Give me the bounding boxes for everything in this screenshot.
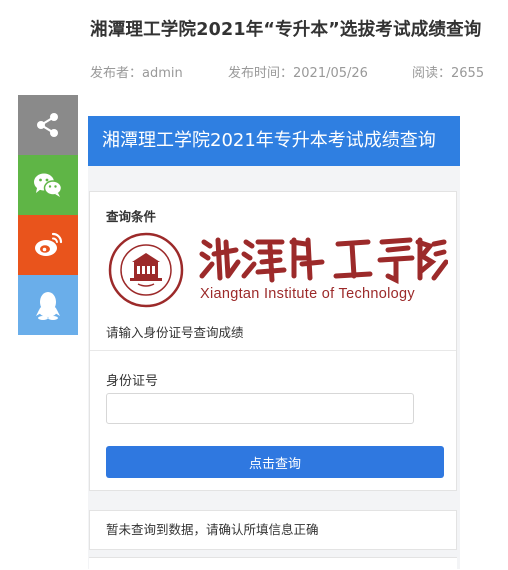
query-conditions-label: 查询条件 [106,209,157,224]
qq-share-button[interactable] [18,275,78,335]
share-icon [37,113,58,137]
weibo-share-button[interactable] [18,215,78,275]
query-result-message: 暂未查询到数据，请确认所填信息正确 [89,510,457,550]
query-panel: 湘潭理工学院2021年专升本考试成绩查询 查询条件 Xiangtan Insti… [88,116,460,570]
query-form-card: 查询条件 Xiangtan Institute of Technology 请输… [89,191,457,491]
school-logo: Xiangtan Institute of Technology [108,232,448,308]
author-text: 发布者：admin [90,66,183,81]
weibo-icon [35,232,63,256]
school-seal-icon [108,232,184,308]
school-name-calligraphy [199,237,448,284]
article-title: 湘潭理工学院2021年“专升本”选拔考试成绩查询 [90,20,482,40]
wechat-icon [34,173,63,197]
query-panel-header: 湘潭理工学院2021年专升本考试成绩查询 [88,116,460,166]
article-meta: 发布者：admin 发布时间：2021/05/26 阅读：2655 [90,62,490,81]
id-number-label: 身份证号 [106,374,159,389]
id-number-input[interactable] [106,393,414,424]
result-card-edge [89,557,457,570]
publish-time-text: 发布时间：2021/05/26 [228,66,368,81]
wechat-share-button[interactable] [18,155,78,215]
view-count-text: 阅读：2655 [412,66,485,81]
school-name-english: Xiangtan Institute of Technology [200,286,415,302]
query-hint-text: 请输入身份证号查询成绩 [106,325,244,340]
qq-icon [36,292,60,320]
share-button[interactable] [18,95,78,155]
query-submit-button[interactable]: 点击查询 [106,446,444,478]
divider [90,350,456,351]
share-bar [18,95,78,335]
